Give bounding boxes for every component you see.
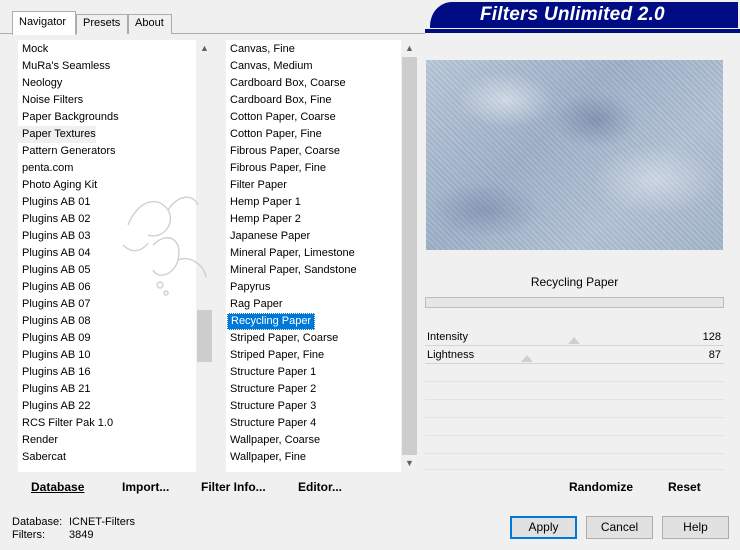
filter-scrollbar[interactable]: ▲ ▼ (401, 40, 418, 472)
list-item[interactable]: Recycling Paper (227, 313, 316, 330)
empty-slot-line (425, 417, 724, 418)
intensity-thumb-icon[interactable] (568, 337, 580, 344)
intensity-label: Intensity (427, 331, 468, 343)
list-item[interactable]: Cardboard Box, Fine (226, 92, 332, 109)
database-status-value: ICNET-Filters (69, 516, 135, 528)
list-item[interactable]: Structure Paper 4 (226, 415, 316, 432)
banner: Filters Unlimited 2.0 (430, 2, 738, 28)
lightness-track[interactable] (425, 363, 724, 364)
watermark-logo (122, 196, 207, 296)
list-item[interactable]: Cotton Paper, Fine (226, 126, 322, 143)
empty-slot-line (425, 435, 724, 436)
list-item[interactable]: Plugins AB 05 (18, 262, 91, 279)
filter-preview (426, 60, 723, 250)
list-item[interactable]: Plugins AB 03 (18, 228, 91, 245)
list-item[interactable]: Render (18, 432, 58, 449)
list-item[interactable]: Plugins AB 04 (18, 245, 91, 262)
filters-status-label: Filters: (12, 529, 45, 541)
empty-slot-line (425, 399, 724, 400)
list-item[interactable]: Paper Textures (18, 126, 96, 143)
database-status: Database: ICNET-Filters (12, 516, 135, 528)
list-item[interactable]: Plugins AB 07 (18, 296, 91, 313)
list-item[interactable]: Plugins AB 10 (18, 347, 91, 364)
empty-slot-line (425, 469, 724, 470)
progress-bar (425, 297, 724, 308)
list-item[interactable]: Plugins AB 09 (18, 330, 91, 347)
filters-status: Filters: 3849 (12, 529, 93, 541)
list-item[interactable]: Structure Paper 1 (226, 364, 316, 381)
scroll-up-icon[interactable]: ▲ (196, 40, 213, 57)
list-item[interactable]: Neology (18, 75, 62, 92)
list-item[interactable]: Photo Aging Kit (18, 177, 97, 194)
scroll-down-icon[interactable]: ▼ (401, 455, 418, 472)
import-button[interactable]: Import... (122, 480, 169, 494)
list-item[interactable]: Striped Paper, Coarse (226, 330, 338, 347)
list-item[interactable]: Mock (18, 41, 48, 58)
list-item[interactable]: Japanese Paper (226, 228, 310, 245)
list-item[interactable]: RCS Filter Pak 1.0 (18, 415, 113, 432)
cancel-button[interactable]: Cancel (586, 516, 653, 539)
editor-button[interactable]: Editor... (298, 480, 342, 494)
list-item[interactable]: Structure Paper 3 (226, 398, 316, 415)
tab-navigator[interactable]: Navigator (12, 11, 76, 35)
randomize-button[interactable]: Randomize (569, 480, 633, 494)
scroll-thumb[interactable] (402, 57, 417, 455)
database-button[interactable]: Database (31, 480, 84, 494)
list-item[interactable]: Cotton Paper, Coarse (226, 109, 336, 126)
banner-underline (425, 29, 740, 33)
list-item[interactable]: penta.com (18, 160, 73, 177)
banner-title: Filters Unlimited 2.0 (430, 2, 738, 28)
list-item[interactable]: Pattern Generators (18, 143, 116, 160)
intensity-value: 128 (702, 331, 721, 343)
list-item[interactable]: Plugins AB 06 (18, 279, 91, 296)
filter-info-button[interactable]: Filter Info... (201, 480, 266, 494)
tab-presets[interactable]: Presets (76, 14, 128, 34)
list-item[interactable]: Wallpaper, Fine (226, 449, 306, 466)
list-item[interactable]: Mineral Paper, Sandstone (226, 262, 357, 279)
list-item[interactable]: Structure Paper 2 (226, 381, 316, 398)
list-item[interactable]: Mineral Paper, Limestone (226, 245, 355, 262)
list-item[interactable]: Noise Filters (18, 92, 83, 109)
filter-name-label: Recycling Paper (530, 275, 619, 289)
list-item[interactable]: Sabercat (18, 449, 66, 466)
list-item[interactable]: Canvas, Medium (226, 58, 313, 75)
scroll-thumb[interactable] (197, 310, 212, 362)
list-item[interactable]: Plugins AB 08 (18, 313, 91, 330)
lightness-value: 87 (708, 349, 721, 361)
scroll-up-icon[interactable]: ▲ (401, 40, 418, 57)
list-item[interactable]: Plugins AB 01 (18, 194, 91, 211)
list-item[interactable]: Paper Backgrounds (18, 109, 119, 126)
list-item[interactable]: Cardboard Box, Coarse (226, 75, 346, 92)
list-item[interactable]: Canvas, Fine (226, 41, 295, 58)
list-item[interactable]: Wallpaper, Coarse (226, 432, 320, 449)
tab-about[interactable]: About (128, 14, 172, 34)
filter-list[interactable]: Canvas, Fine Canvas, Medium Cardboard Box,… (226, 40, 401, 472)
empty-slot-line (425, 453, 724, 454)
lightness-thumb-icon[interactable] (521, 355, 533, 362)
help-button[interactable]: Help (662, 516, 729, 539)
lightness-label: Lightness (427, 349, 475, 361)
list-item[interactable]: Plugins AB 21 (18, 381, 91, 398)
apply-button[interactable]: Apply (510, 516, 577, 539)
filters-status-value: 3849 (69, 529, 94, 541)
lightness-slider[interactable]: Lightness 87 (427, 349, 723, 361)
database-status-label: Database: (12, 516, 63, 528)
list-item[interactable]: MuRa's Seamless (18, 58, 110, 75)
empty-slot-line (425, 381, 724, 382)
list-item[interactable]: Plugins AB 16 (18, 364, 91, 381)
intensity-track[interactable] (425, 345, 724, 346)
list-item[interactable]: Plugins AB 22 (18, 398, 91, 415)
list-item[interactable]: Plugins AB 02 (18, 211, 91, 228)
reset-button[interactable]: Reset (668, 480, 701, 494)
list-item[interactable]: Fibrous Paper, Fine (226, 160, 326, 177)
list-item[interactable]: Striped Paper, Fine (226, 347, 324, 364)
list-item[interactable]: Fibrous Paper, Coarse (226, 143, 340, 160)
